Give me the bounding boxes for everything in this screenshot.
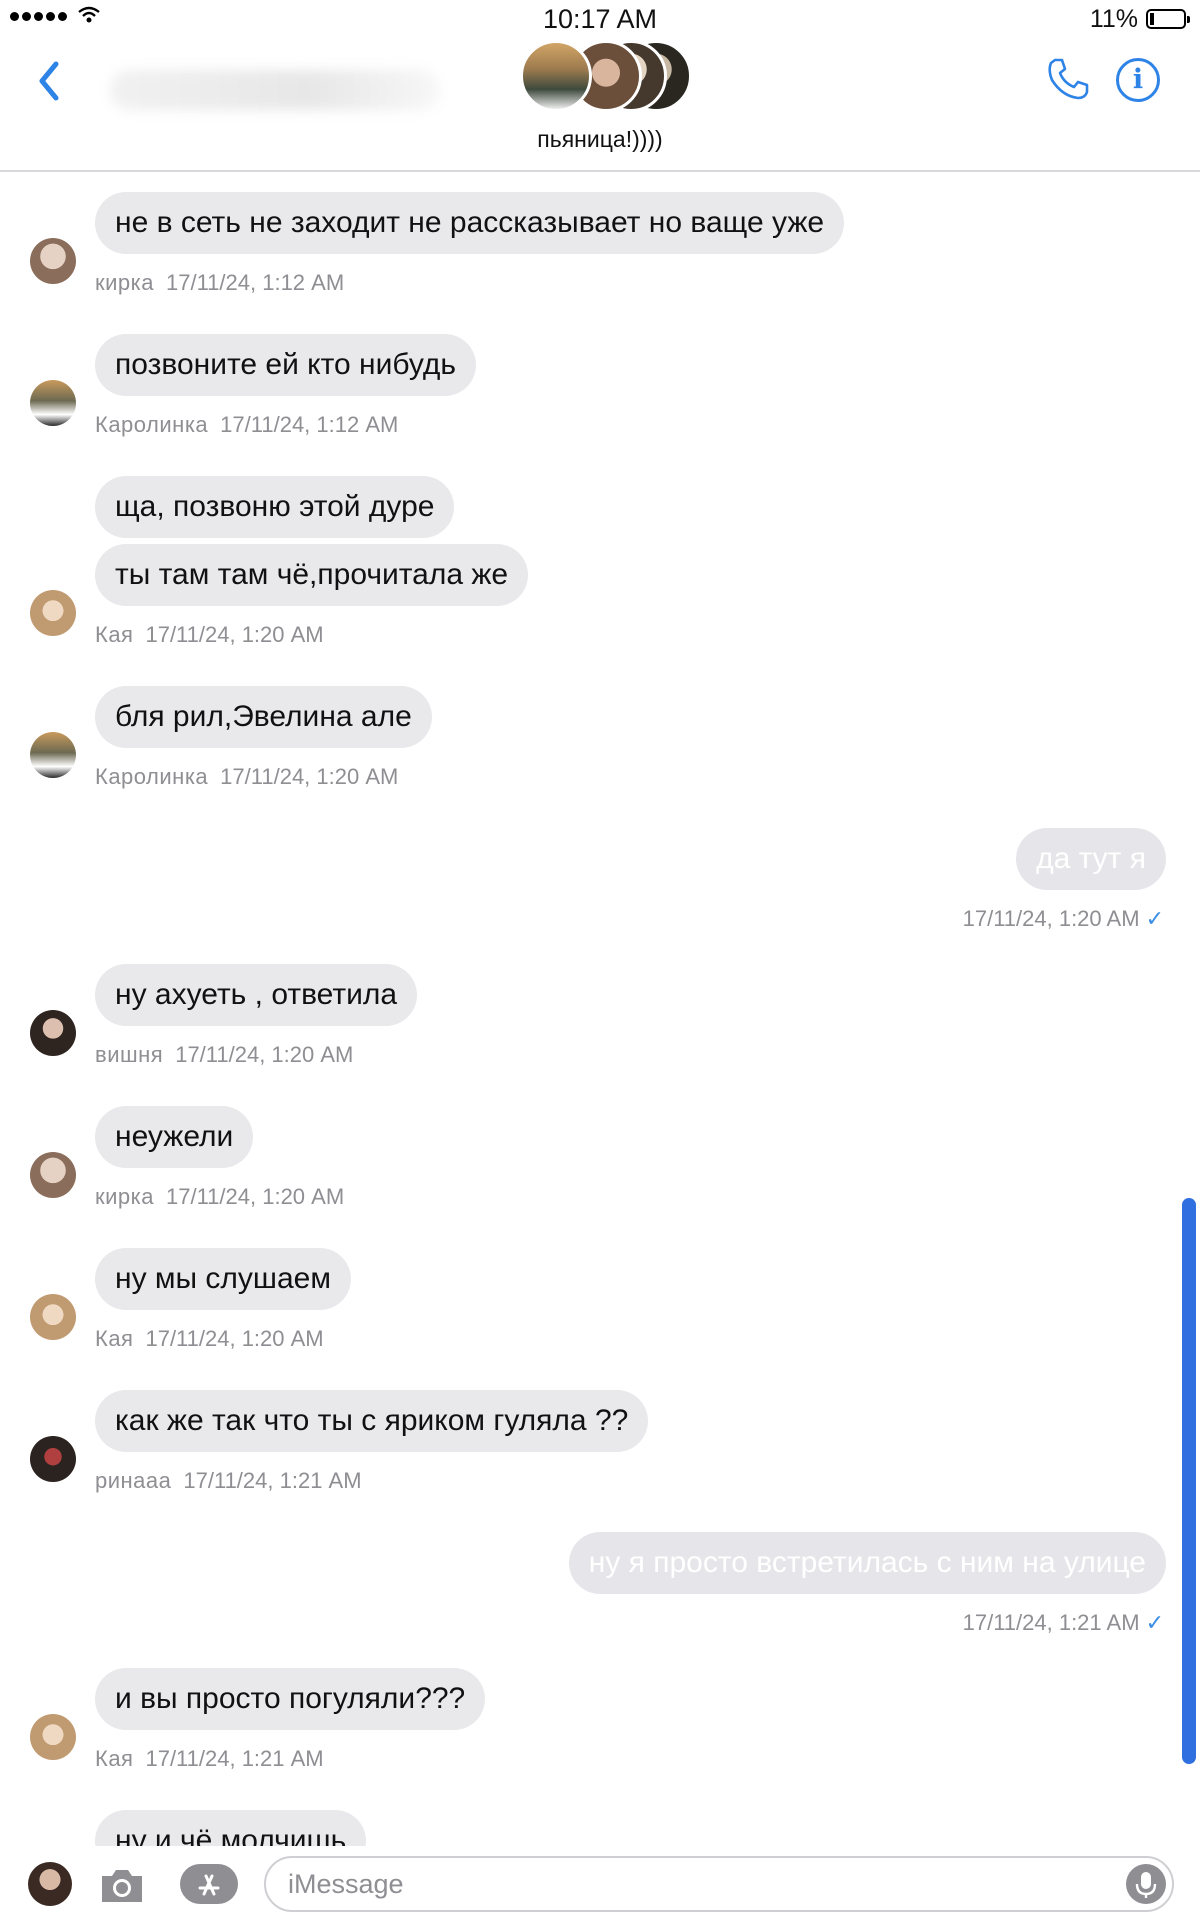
message-meta: 17/11/24, 1:20 AM ✓ (962, 906, 1164, 931)
outgoing-message-bubble[interactable]: да тут я (1016, 828, 1166, 890)
sender-avatar[interactable] (30, 238, 76, 284)
battery-percentage: 11% (1089, 5, 1138, 33)
message-input-bar (0, 1846, 1200, 1920)
read-check-icon: ✓ (1145, 906, 1164, 931)
message-bubble[interactable]: ну ахуеть , ответила (95, 964, 418, 1026)
message-bubble[interactable]: ну мы слушаем (95, 1248, 351, 1310)
message-meta: 17/11/24, 1:21 AM ✓ (962, 1610, 1164, 1635)
outgoing-message-bubble[interactable]: ну я просто встретилась с ним на улице (568, 1532, 1166, 1594)
app-store-icon[interactable] (180, 1864, 238, 1904)
conversation-header: пьяница!)))) i (0, 40, 1200, 172)
sender-avatar[interactable] (30, 732, 76, 778)
sender-avatar[interactable] (30, 1436, 76, 1482)
message-bubble[interactable]: позвоните ей кто нибудь (95, 334, 477, 396)
message-meta: ринааа 17/11/24, 1:21 AM (95, 1468, 362, 1493)
message-input[interactable] (266, 1858, 1086, 1910)
group-avatar-stack[interactable] (520, 40, 692, 116)
conversation-title[interactable]: пьяница!)))) (0, 126, 1200, 153)
avatar[interactable] (28, 1862, 72, 1906)
info-icon[interactable]: i (1116, 58, 1160, 102)
sender-avatar[interactable] (30, 590, 76, 636)
phone-icon[interactable] (1045, 56, 1091, 102)
message-bubble[interactable]: как же так что ты с яриком гуляла ?? (95, 1390, 649, 1452)
imessage-field[interactable] (264, 1856, 1174, 1912)
scroll-indicator[interactable] (1182, 1198, 1196, 1764)
message-meta: кирка 17/11/24, 1:12 AM (95, 270, 345, 295)
message-thread[interactable]: не в сеть не заходит не рассказывает но … (0, 174, 1200, 1846)
sender-avatar[interactable] (30, 1714, 76, 1760)
read-check-icon: ✓ (1145, 1610, 1164, 1635)
message-bubble[interactable]: бля рил,Эвелина але (95, 686, 432, 748)
message-meta: Кая 17/11/24, 1:21 AM (95, 1746, 324, 1771)
message-bubble[interactable]: ща, позвоню этой дуре (95, 476, 455, 538)
sender-avatar[interactable] (30, 1010, 76, 1056)
message-meta: Каролинка 17/11/24, 1:20 AM (95, 764, 399, 789)
microphone-icon[interactable] (1126, 1864, 1166, 1904)
message-meta: Кая 17/11/24, 1:20 AM (95, 622, 324, 647)
sender-avatar[interactable] (30, 1294, 76, 1340)
message-meta: вишня 17/11/24, 1:20 AM (95, 1042, 354, 1067)
sender-avatar[interactable] (30, 1152, 76, 1198)
message-bubble[interactable]: неужели (95, 1106, 254, 1168)
message-bubble[interactable]: не в сеть не заходит не рассказывает но … (95, 192, 845, 254)
message-meta: Кая 17/11/24, 1:20 AM (95, 1326, 324, 1351)
avatar (520, 40, 592, 112)
blurred-previous-title (110, 70, 440, 110)
status-bar: 10:17 AM 11% (0, 0, 1200, 40)
camera-icon[interactable] (98, 1866, 146, 1906)
back-chevron-icon[interactable] (32, 56, 72, 106)
battery-icon (1146, 9, 1190, 29)
message-bubble[interactable]: ну и чё молчишь (95, 1810, 367, 1846)
status-time: 10:17 AM (542, 4, 658, 34)
message-meta: Каролинка 17/11/24, 1:12 AM (95, 412, 399, 437)
message-meta: кирка 17/11/24, 1:20 AM (95, 1184, 345, 1209)
message-bubble[interactable]: ты там там чё,прочитала же (95, 544, 529, 606)
message-bubble[interactable]: и вы просто погуляли??? (95, 1668, 486, 1730)
sender-avatar[interactable] (30, 380, 76, 426)
